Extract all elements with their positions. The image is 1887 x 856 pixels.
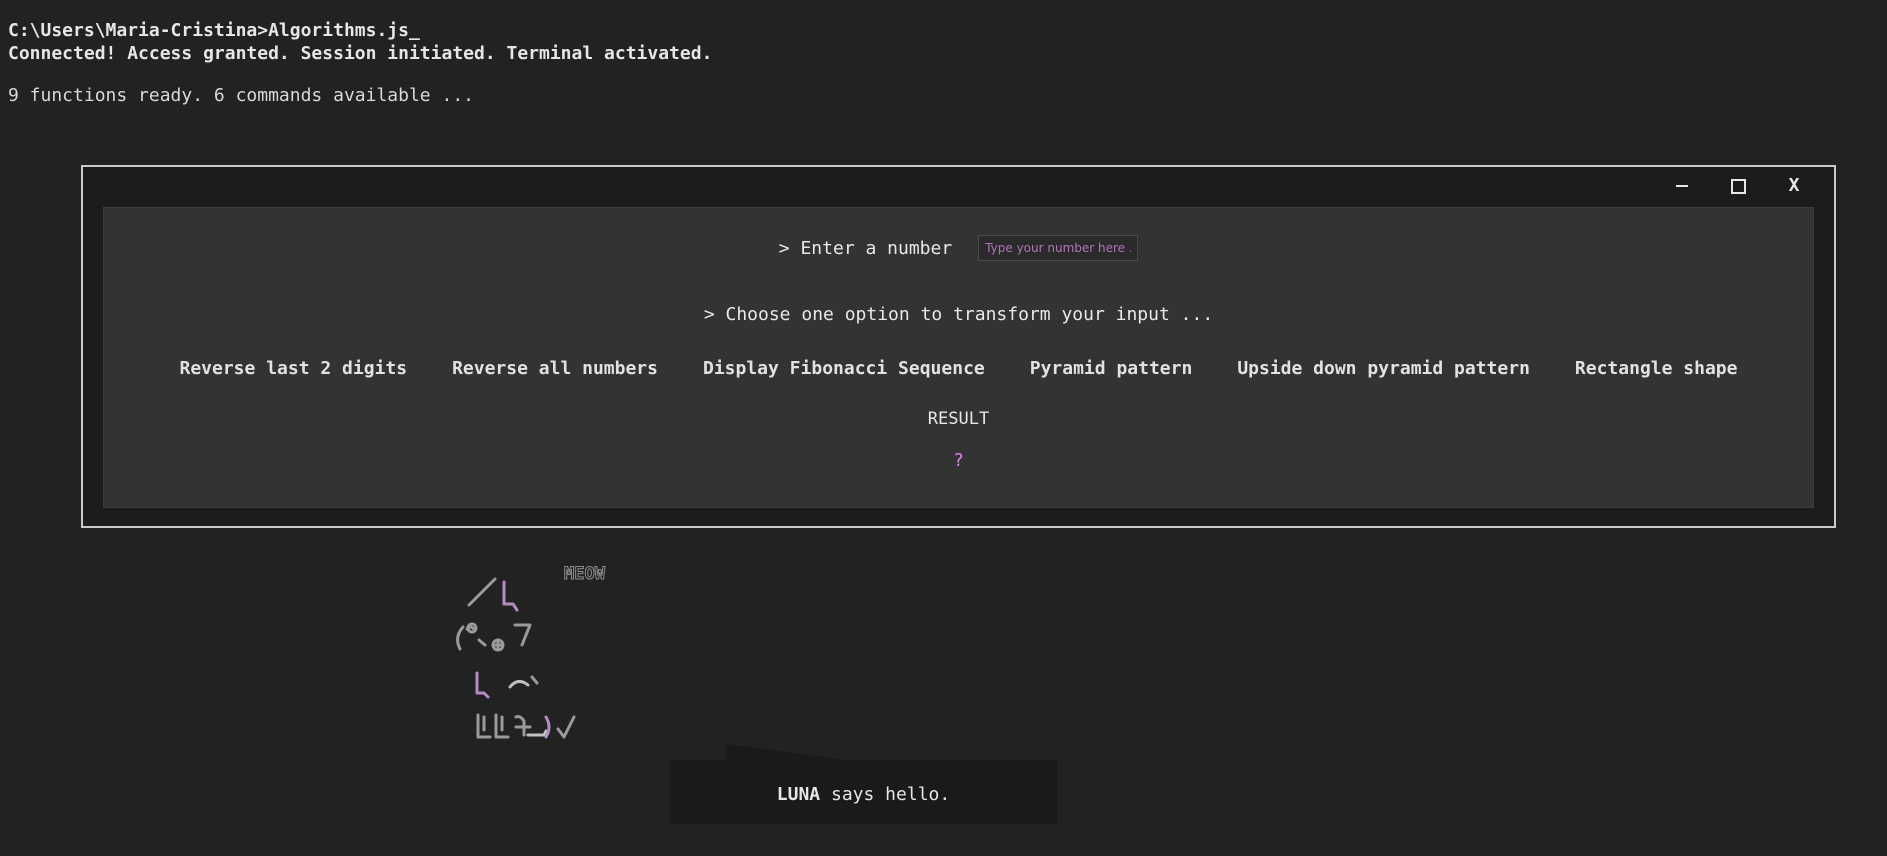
minimize-button[interactable] [1672, 175, 1692, 197]
terminal-info-line: 9 functions ready. 6 commands available … [8, 85, 474, 106]
reverse-last-two-digits-button[interactable]: Reverse last 2 digits [180, 358, 408, 379]
fibonacci-sequence-button[interactable]: Display Fibonacci Sequence [703, 358, 985, 379]
pyramid-pattern-button[interactable]: Pyramid pattern [1030, 358, 1193, 379]
cat-ascii-art-icon [456, 577, 576, 739]
choose-option-prompt: > Choose one option to transform your in… [703, 304, 1214, 325]
speech-bubble-tail [726, 744, 846, 760]
speech-bubble: LUNA says hello. [670, 744, 1057, 824]
maximize-icon [1730, 178, 1746, 194]
terminal-path-line: C:\Users\Maria-Cristina>Algorithms.js_ [8, 20, 420, 41]
upside-down-pyramid-button[interactable]: Upside down pyramid pattern [1237, 358, 1530, 379]
algorithms-window: X > Enter a number > Choose one option t… [81, 165, 1836, 528]
reverse-all-numbers-button[interactable]: Reverse all numbers [452, 358, 658, 379]
terminal-status-line: Connected! Access granted. Session initi… [8, 43, 713, 64]
close-button[interactable]: X [1784, 175, 1804, 197]
maximize-button[interactable] [1728, 175, 1748, 197]
speech-text: LUNA says hello. [670, 784, 1057, 805]
options-row: Reverse last 2 digits Reverse all number… [104, 358, 1813, 379]
transform-panel: > Enter a number > Choose one option to … [103, 207, 1814, 508]
result-value: ? [953, 450, 964, 471]
result-label: RESULT [927, 409, 990, 429]
window-controls: X [1672, 175, 1804, 197]
speech-message: says hello. [820, 784, 951, 805]
rectangle-shape-button[interactable]: Rectangle shape [1575, 358, 1738, 379]
number-input[interactable] [978, 235, 1139, 261]
speech-name: LUNA [776, 784, 821, 805]
number-prompt-label: > Enter a number [778, 237, 953, 259]
number-prompt-row: > Enter a number [104, 235, 1813, 261]
minimize-icon [1676, 185, 1688, 187]
